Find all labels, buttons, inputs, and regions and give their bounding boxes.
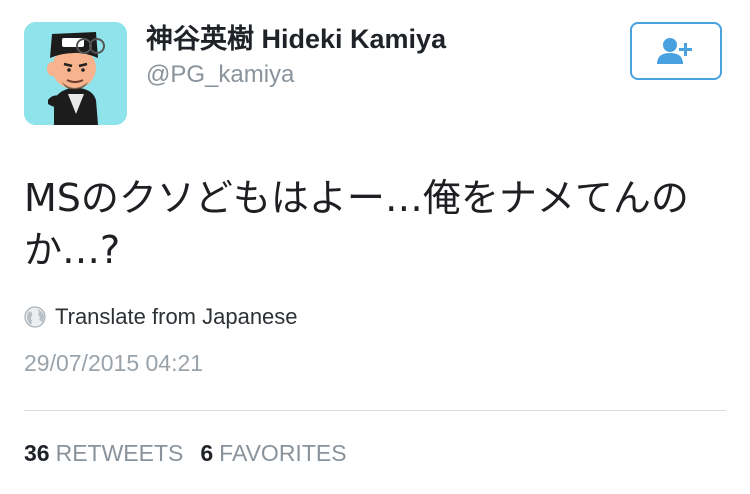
timestamp[interactable]: 29/07/2015 04:21 — [24, 350, 203, 377]
tweet-card: 神谷英樹 Hideki Kamiya @PG_kamiya MSのクソどもはよー… — [0, 0, 750, 494]
tweet-text: MSのクソどもはよー…俺をナメてんのか…? — [24, 176, 689, 272]
user-handle[interactable]: @PG_kamiya — [146, 60, 294, 90]
favorites-label: FAVORITES — [219, 440, 347, 466]
retweets-label: RETWEETS — [55, 440, 184, 466]
translate-link[interactable]: Translate from Japanese — [24, 302, 298, 332]
favorites-count: 6 — [200, 440, 214, 466]
translate-label: Translate from Japanese — [55, 304, 298, 329]
retweets-count: 36 — [24, 440, 50, 466]
retweets-stat[interactable]: 36 RETWEETS — [24, 440, 183, 467]
divider — [24, 410, 726, 411]
globe-icon — [24, 306, 46, 328]
add-user-icon — [657, 38, 692, 64]
follow-button[interactable] — [630, 22, 722, 80]
avatar-cartoon-image — [24, 22, 127, 125]
tweet-stats: 36 RETWEETS 6 FAVORITES — [24, 440, 347, 467]
avatar[interactable] — [24, 22, 127, 125]
display-name[interactable]: 神谷英樹 Hideki Kamiya — [146, 22, 446, 56]
favorites-stat[interactable]: 6 FAVORITES — [200, 440, 346, 467]
